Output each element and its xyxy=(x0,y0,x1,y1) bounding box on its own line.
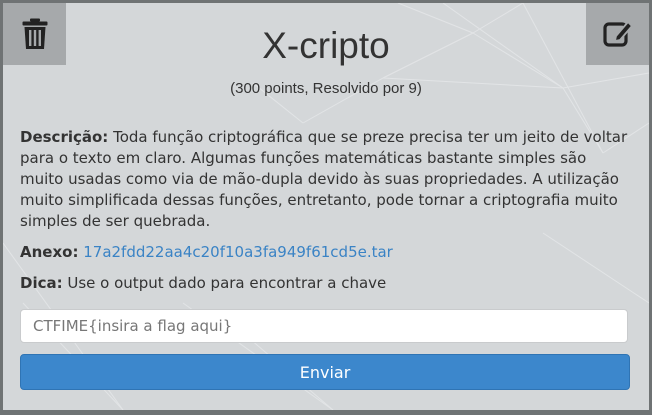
hint: Dica: Use o output dado para encontrar a… xyxy=(20,273,632,294)
hint-label: Dica: xyxy=(20,274,63,292)
flag-input[interactable] xyxy=(20,309,628,343)
attachment-link[interactable]: 17a2fdd22aa4c20f10a3fa949f61cd5e.tar xyxy=(83,243,393,261)
description-label: Descrição: xyxy=(20,128,109,146)
attachment: Anexo: 17a2fdd22aa4c20f10a3fa949f61cd5e.… xyxy=(20,242,632,263)
attachment-label: Anexo: xyxy=(20,243,79,261)
challenge-points: (300 points, Resolvido por 9) xyxy=(230,80,422,97)
submit-button[interactable]: Enviar xyxy=(20,354,630,390)
challenge-title: X-cripto xyxy=(262,25,390,66)
hint-text: Use o output dado para encontrar a chave xyxy=(67,274,387,292)
challenge-details: Descrição: Toda função criptográfica que… xyxy=(20,127,632,294)
challenge-card: X-cripto (300 points, Resolvido por 9) D… xyxy=(3,3,649,410)
description-text: Toda função criptográfica que se preze p… xyxy=(20,128,628,230)
description: Descrição: Toda função criptográfica que… xyxy=(20,127,632,232)
